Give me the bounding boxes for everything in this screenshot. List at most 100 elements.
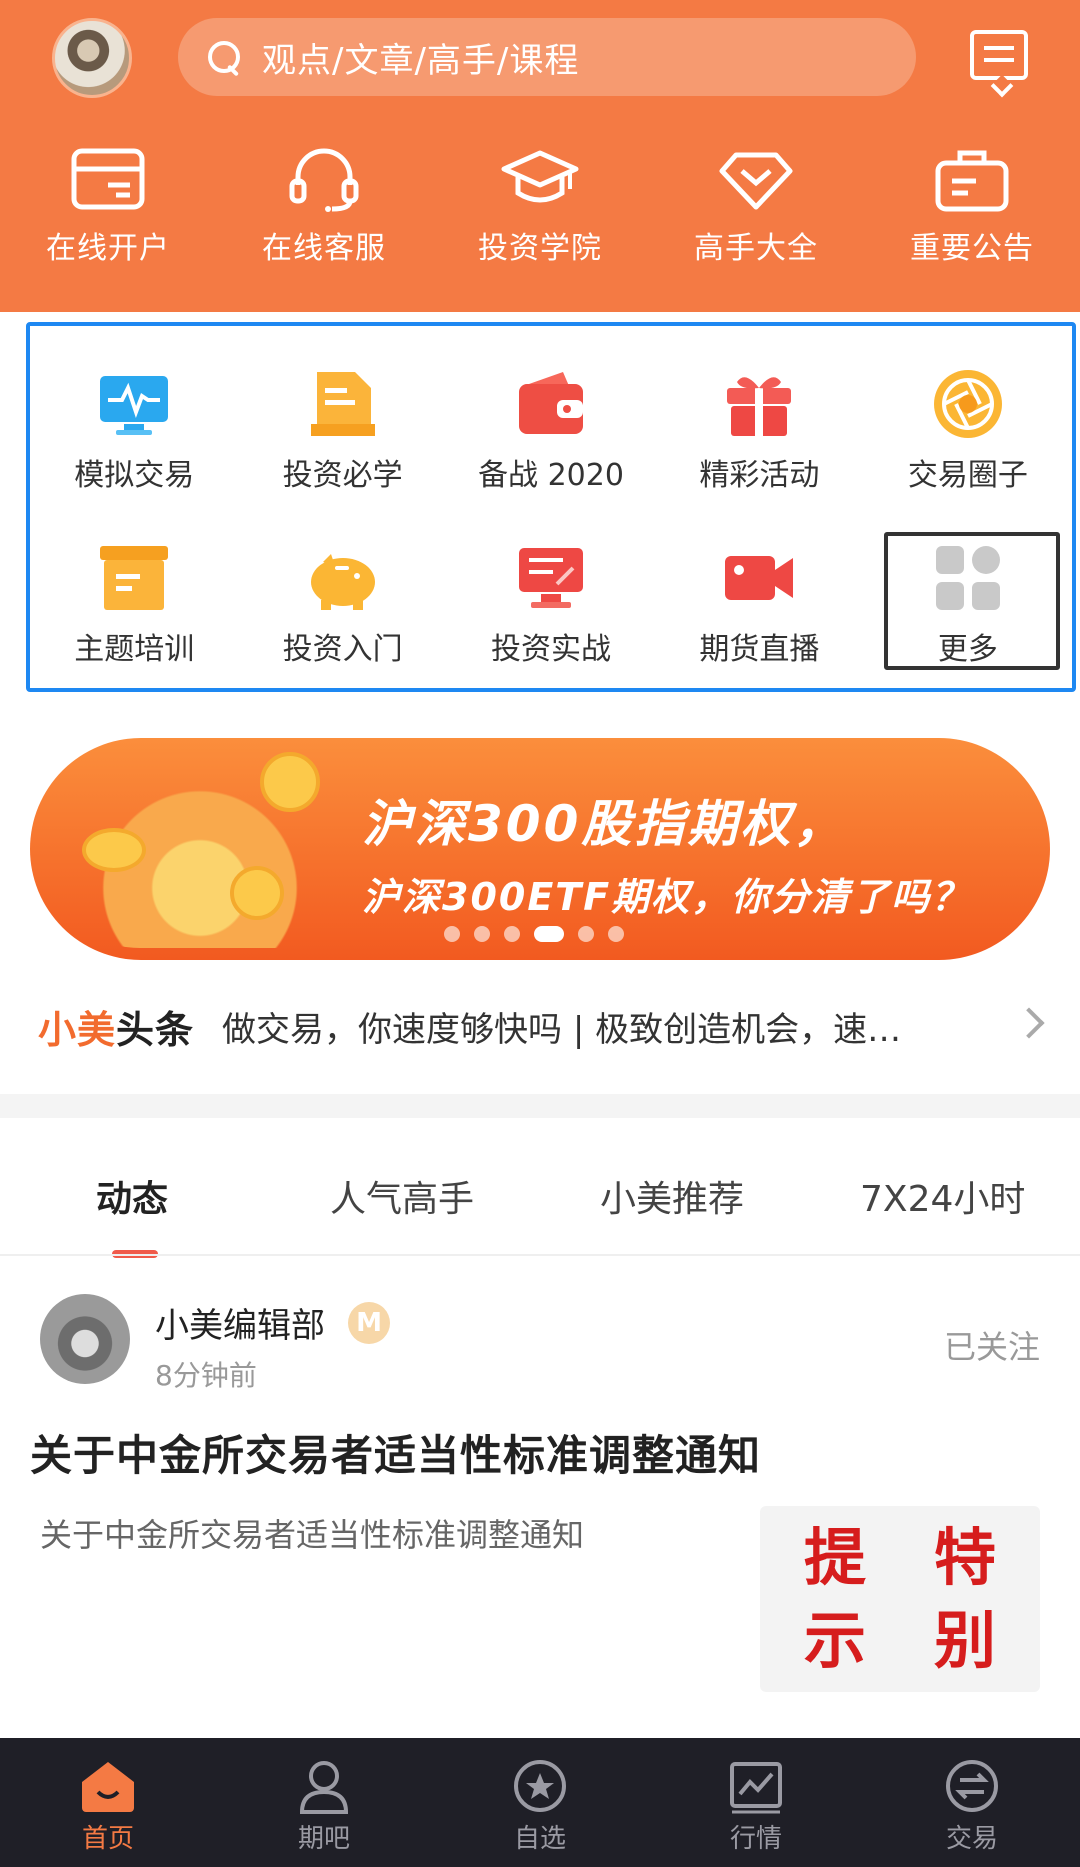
monitor-chart-icon	[100, 376, 169, 435]
more-highlight-box	[884, 532, 1060, 670]
card-icon	[71, 148, 145, 210]
feature-topic-training[interactable]: 主题培训	[30, 540, 238, 668]
pagination-dot[interactable]	[444, 926, 460, 942]
tab-24-hours[interactable]: 7X24小时	[860, 1170, 1025, 1222]
quick-link-label: 高手大全	[694, 231, 818, 266]
chevron-right-icon[interactable]	[1013, 1007, 1045, 1039]
quick-link-label: 在线客服	[262, 231, 386, 266]
feature-must-learn[interactable]: 投资必学	[238, 366, 446, 494]
aperture-icon	[933, 370, 1002, 438]
feature-prepare-2020[interactable]: 备战 2020	[447, 366, 655, 494]
quick-link-label: 投资学院	[478, 231, 602, 266]
thumbnail-char: 提	[803, 1520, 866, 1594]
feature-label: 备战 2020	[478, 458, 624, 493]
banner-subtitle: 沪深300ETF期权，你分清了吗？	[362, 875, 972, 919]
diamond-icon	[719, 152, 793, 210]
headline-ticker[interactable]: 小美头条 做交易，你速度够快吗 | 极致创造机会，速…	[38, 998, 1048, 1054]
banner-title: 沪深300股指期权，	[362, 795, 847, 853]
tab-popular-experts[interactable]: 人气高手	[330, 1170, 474, 1222]
feature-label: 投资必学	[282, 458, 403, 493]
thumbnail-char: 特	[933, 1520, 996, 1594]
banner-pagination	[444, 926, 624, 942]
feature-trading-circle[interactable]: 交易圈子	[864, 366, 1072, 494]
quick-link-experts[interactable]: 高手大全	[648, 145, 864, 285]
headline-brand: 小美头条	[38, 999, 194, 1054]
gift-icon	[727, 377, 792, 436]
bottom-navigation: 首页 期吧 自选 行情 交易	[0, 1738, 1080, 1867]
tabs-divider	[0, 1254, 1080, 1256]
home-icon	[82, 1762, 134, 1812]
headline-brand-rest: 头条	[116, 1007, 195, 1052]
exchange-icon	[946, 1760, 998, 1812]
thumbnail-char: 别	[933, 1603, 996, 1677]
headline-text: 做交易，你速度够快吗 | 极致创造机会，速…	[222, 1009, 902, 1050]
nav-trade[interactable]: 交易	[864, 1738, 1080, 1867]
coin-illustration	[230, 866, 284, 920]
feature-label: 投资入门	[282, 632, 403, 667]
star-icon	[514, 1760, 566, 1812]
nav-label: 行情	[729, 1824, 782, 1854]
user-avatar[interactable]	[52, 18, 132, 98]
search-placeholder: 观点/文章/高手/课程	[262, 40, 580, 81]
nav-community[interactable]: 期吧	[216, 1738, 432, 1867]
post-author[interactable]: 小美编辑部	[155, 1298, 325, 1347]
feed-tabs: 动态 人气高手 小美推荐 7X24小时	[0, 1170, 1080, 1230]
top-header: 观点/文章/高手/课程 在线开户 在线客服 投资学院 高手大全 重要公告	[0, 0, 1080, 312]
search-icon	[204, 37, 244, 77]
quick-link-customer-service[interactable]: 在线客服	[216, 145, 432, 285]
quick-link-open-account[interactable]: 在线开户	[0, 145, 216, 285]
post-time: 8分钟前	[155, 1359, 257, 1392]
quick-link-academy[interactable]: 投资学院	[432, 145, 648, 285]
box-icon	[100, 546, 169, 610]
nav-watchlist[interactable]: 自选	[432, 1738, 648, 1867]
nav-label: 自选	[513, 1824, 566, 1854]
tab-dynamic[interactable]: 动态	[96, 1170, 168, 1222]
wallet-icon	[519, 372, 584, 434]
feature-row-1: 模拟交易 投资必学 备战 2020 精彩活动 交易圈子	[30, 366, 1072, 494]
feature-investment-intro[interactable]: 投资入门	[238, 540, 446, 668]
document-icon	[310, 372, 375, 436]
nav-label: 交易	[945, 1824, 998, 1854]
feature-label: 交易圈子	[907, 458, 1028, 493]
author-avatar[interactable]	[40, 1294, 130, 1384]
pagination-dot[interactable]	[504, 926, 520, 942]
nav-market[interactable]: 行情	[648, 1738, 864, 1867]
screen-icon	[519, 548, 584, 608]
post-title[interactable]: 关于中金所交易者适当性标准调整通知	[30, 1422, 761, 1483]
feature-simulated-trading[interactable]: 模拟交易	[30, 366, 238, 494]
nav-home[interactable]: 首页	[0, 1738, 216, 1867]
quick-link-announcements[interactable]: 重要公告	[864, 145, 1080, 285]
feature-events[interactable]: 精彩活动	[655, 366, 863, 494]
pagination-dot[interactable]	[578, 926, 594, 942]
feature-label: 模拟交易	[74, 458, 195, 493]
headline-brand-accent: 小美	[38, 1007, 117, 1052]
chart-icon	[730, 1762, 782, 1814]
quick-links: 在线开户 在线客服 投资学院 高手大全 重要公告	[0, 145, 1080, 285]
briefcase-icon	[935, 150, 1009, 212]
member-badge-icon: M	[348, 1302, 390, 1344]
person-icon	[299, 1761, 349, 1814]
quick-link-label: 重要公告	[910, 231, 1034, 266]
follow-status-button[interactable]: 已关注	[944, 1322, 1040, 1368]
feature-investment-practice[interactable]: 投资实战	[447, 540, 655, 668]
feature-label: 期货直播	[699, 632, 820, 667]
search-bar[interactable]: 观点/文章/高手/课程	[178, 18, 916, 96]
section-separator	[0, 1094, 1080, 1118]
message-icon[interactable]	[970, 30, 1028, 80]
feature-label: 精彩活动	[699, 458, 820, 493]
quick-link-label: 在线开户	[46, 231, 170, 266]
piggy-bank-icon	[310, 554, 375, 610]
post-thumbnail[interactable]: 提 特 示 别	[760, 1506, 1040, 1692]
pagination-dot[interactable]	[474, 926, 490, 942]
feature-grid: 模拟交易 投资必学 备战 2020 精彩活动 交易圈子 主题培训 投资入门 投资…	[26, 322, 1076, 692]
pagination-dot[interactable]	[608, 926, 624, 942]
post-summary[interactable]: 关于中金所交易者适当性标准调整通知	[40, 1510, 584, 1556]
feature-label: 投资实战	[491, 632, 612, 667]
pagination-dot-active[interactable]	[534, 926, 564, 942]
feature-futures-live[interactable]: 期货直播	[655, 540, 863, 668]
headset-icon	[289, 148, 359, 212]
coin-illustration	[82, 828, 146, 872]
tab-recommended[interactable]: 小美推荐	[600, 1170, 744, 1222]
coin-illustration	[260, 752, 320, 812]
video-camera-icon	[725, 556, 794, 600]
